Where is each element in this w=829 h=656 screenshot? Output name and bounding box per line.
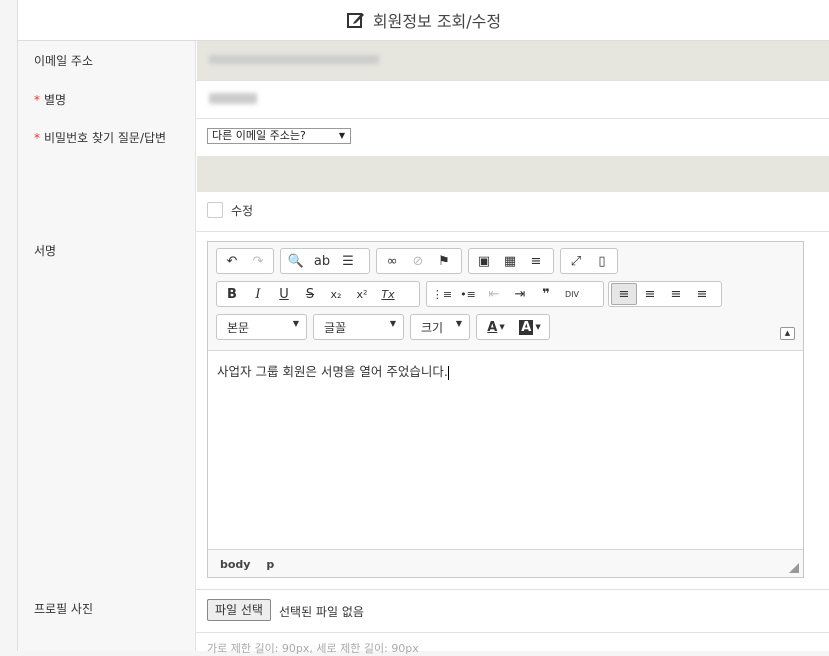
anchor-flag-icon[interactable]: ⚑ xyxy=(431,250,457,272)
bg-color-button[interactable]: A ▼ xyxy=(513,316,547,338)
insert-group: ▣ ▦ ≡ xyxy=(468,248,554,274)
maximize-icon[interactable]: ⤢ xyxy=(563,250,589,272)
collapse-toolbar-icon[interactable]: ▲ xyxy=(780,327,795,340)
profile-photo-row: 프로필 사진 파일 선택 선택된 파일 없음 xyxy=(18,589,829,633)
resize-handle-icon[interactable] xyxy=(789,563,799,573)
unlink-icon[interactable]: ⊘ xyxy=(405,250,431,272)
subscript-icon[interactable]: x₂ xyxy=(323,283,349,305)
chevron-down-icon: ▼ xyxy=(455,319,462,328)
chevron-down-icon: ▼ xyxy=(389,319,396,328)
nickname-redacted xyxy=(209,93,257,104)
rich-text-editor: ↶ ↷ 🔍 ab ☰ ∞ ⊘ ⚑ ▣ ▦ ≡ ⤢ ▯ B I U S x₂ x²… xyxy=(207,241,804,578)
email-value xyxy=(197,41,829,80)
chevron-down-icon: ▼ xyxy=(292,319,299,328)
indent-icon[interactable]: ⇥ xyxy=(507,283,533,305)
format-combo[interactable]: 본문 ▼ xyxy=(216,314,307,340)
view-group: ⤢ ▯ xyxy=(560,248,618,274)
replace-icon[interactable]: ab xyxy=(309,250,335,272)
email-row: 이메일 주소 xyxy=(18,41,829,81)
answer-field[interactable] xyxy=(197,156,829,192)
superscript-icon[interactable]: x² xyxy=(349,283,375,305)
horizontal-rule-icon[interactable]: ≡ xyxy=(523,250,549,272)
underline-icon[interactable]: U xyxy=(271,283,297,305)
modify-checkbox[interactable] xyxy=(207,202,223,218)
redo-icon[interactable]: ↷ xyxy=(245,250,271,272)
remove-format-icon[interactable]: Tx xyxy=(375,283,401,305)
link-group: ∞ ⊘ ⚑ xyxy=(376,248,462,274)
justify-icon[interactable]: ≡ xyxy=(689,283,715,305)
path-p[interactable]: p xyxy=(266,558,274,571)
chevron-down-icon: ▼ xyxy=(338,131,345,140)
size-limit-hint: 가로 제한 길이: 90px, 세로 제한 길이: 90px xyxy=(207,642,419,655)
page-title: 회원정보 조회/수정 xyxy=(372,12,502,31)
undo-icon[interactable]: ↶ xyxy=(219,250,245,272)
signature-label: 서명 xyxy=(18,231,196,589)
div-container-icon[interactable]: DIV xyxy=(559,283,585,305)
path-body[interactable]: body xyxy=(220,558,250,571)
chevron-down-icon: ▼ xyxy=(535,323,541,331)
align-right-icon[interactable]: ≡ xyxy=(663,283,689,305)
find-group: 🔍 ab ☰ xyxy=(280,248,370,274)
style-group: B I U S x₂ x² Tx xyxy=(216,281,420,307)
email-label: 이메일 주소 xyxy=(18,41,196,80)
profile-photo-label: 프로필 사진 xyxy=(18,589,196,632)
bold-icon[interactable]: B xyxy=(219,283,245,305)
font-combo[interactable]: 글꼴 ▼ xyxy=(313,314,404,340)
question-select[interactable]: 다른 이메일 주소는? ▼ xyxy=(207,128,351,144)
link-icon[interactable]: ∞ xyxy=(379,250,405,272)
profile-hint-label xyxy=(18,632,196,651)
select-all-icon[interactable]: ☰ xyxy=(335,250,361,272)
email-redacted xyxy=(209,55,379,64)
text-color-icon: A xyxy=(487,319,498,335)
profile-photo-value: 파일 선택 선택된 파일 없음 xyxy=(197,589,829,632)
password-question-value: 다른 이메일 주소는? ▼ 수정 xyxy=(197,118,829,231)
password-question-label: * 비밀번호 찾기 질문/답변 xyxy=(18,118,196,231)
element-path: body p xyxy=(220,558,286,571)
nickname-label: * 별명 xyxy=(18,80,196,118)
align-group: ≡ ≡ ≡ ≡ xyxy=(608,281,722,307)
chevron-down-icon: ▼ xyxy=(499,323,505,331)
align-left-icon[interactable]: ≡ xyxy=(611,283,637,305)
blockquote-icon[interactable]: ❞ xyxy=(533,283,559,305)
size-combo[interactable]: 크기 ▼ xyxy=(410,314,470,340)
password-question-row: * 비밀번호 찾기 질문/답변 다른 이메일 주소는? ▼ 수정 xyxy=(18,118,829,232)
strikethrough-icon[interactable]: S xyxy=(297,283,323,305)
signature-value: ↶ ↷ 🔍 ab ☰ ∞ ⊘ ⚑ ▣ ▦ ≡ ⤢ ▯ B I U S x₂ x²… xyxy=(197,231,829,589)
source-view-icon[interactable]: ▯ xyxy=(589,250,615,272)
undo-group: ↶ ↷ xyxy=(216,248,274,274)
nickname-row: * 별명 xyxy=(18,80,829,119)
bg-color-icon: A xyxy=(519,319,534,335)
align-center-icon[interactable]: ≡ xyxy=(637,283,663,305)
numbered-list-icon[interactable]: ⋮≡ xyxy=(429,283,455,305)
modify-label: 수정 xyxy=(231,204,254,218)
search-icon[interactable]: 🔍 xyxy=(283,250,309,272)
profile-hint-value: 가로 제한 길이: 90px, 세로 제한 길이: 90px xyxy=(197,632,829,655)
table-icon[interactable]: ▦ xyxy=(497,250,523,272)
edit-icon xyxy=(346,13,364,28)
nickname-value xyxy=(197,80,829,118)
outdent-icon[interactable]: ⇤ xyxy=(481,283,507,305)
profile-hint-row: 가로 제한 길이: 90px, 세로 제한 길이: 90px xyxy=(18,632,829,655)
editor-content[interactable]: 사업자 그룹 회원은 서명을 열어 주었습니다. xyxy=(208,350,803,550)
signature-row: 서명 ↶ ↷ 🔍 ab ☰ ∞ ⊘ ⚑ ▣ ▦ ≡ ⤢ ▯ B I U S x₂… xyxy=(18,231,829,590)
text-color-button[interactable]: A ▼ xyxy=(479,316,513,338)
color-group: A ▼ A ▼ xyxy=(476,314,550,340)
page-header: 회원정보 조회/수정 xyxy=(18,0,829,41)
italic-icon[interactable]: I xyxy=(245,283,271,305)
text-caret xyxy=(447,365,449,380)
image-icon[interactable]: ▣ xyxy=(471,250,497,272)
file-status: 선택된 파일 없음 xyxy=(279,605,364,619)
bulleted-list-icon[interactable]: •≡ xyxy=(455,283,481,305)
paragraph-group: ⋮≡ •≡ ⇤ ⇥ ❞ DIV xyxy=(426,281,604,307)
member-info-panel: 회원정보 조회/수정 이메일 주소 * 별명 * 비밀번호 찾기 질문/답변 다른 … xyxy=(17,0,829,655)
choose-file-button[interactable]: 파일 선택 xyxy=(207,599,271,621)
